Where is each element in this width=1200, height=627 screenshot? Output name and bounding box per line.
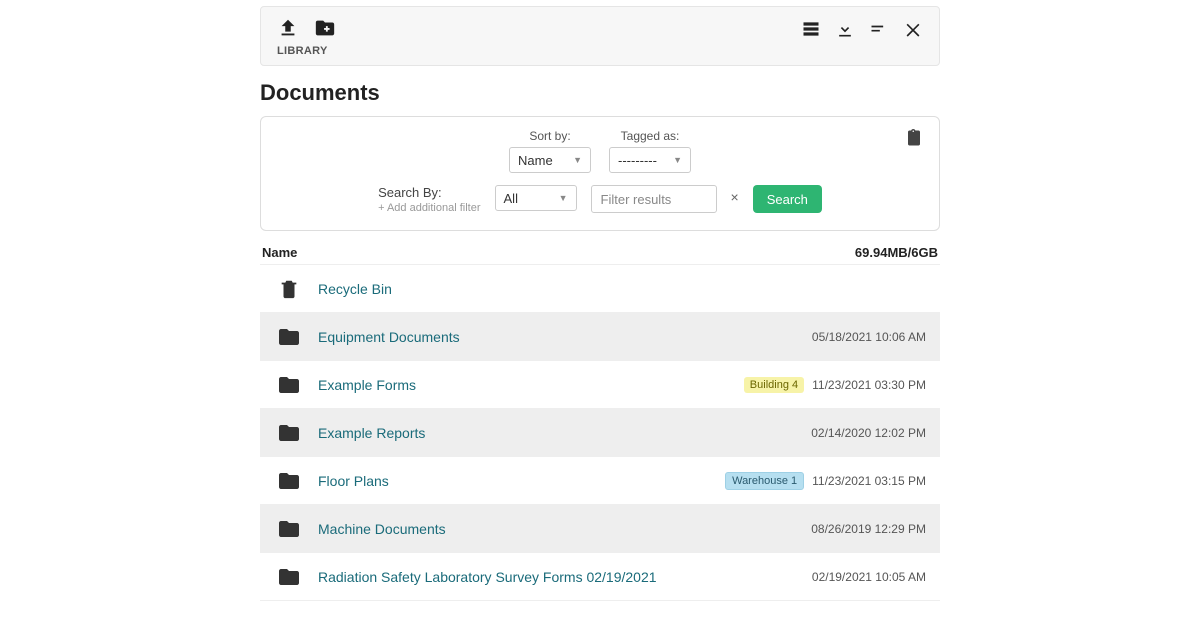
add-additional-filter[interactable]: + Add additional filter — [378, 202, 480, 214]
filter-results-input[interactable] — [591, 185, 717, 213]
toolbar: LIBRARY — [260, 6, 940, 66]
timestamp: 11/23/2021 03:30 PM — [812, 378, 926, 392]
clipboard-icon[interactable] — [905, 129, 923, 147]
sort-by-value: Name — [518, 153, 553, 168]
caret-down-icon: ▼ — [673, 155, 682, 165]
clear-filter-button[interactable]: × — [731, 185, 739, 205]
folder-link[interactable]: Recycle Bin — [318, 281, 392, 297]
folder-link[interactable]: Radiation Safety Laboratory Survey Forms… — [318, 569, 657, 585]
timestamp: 02/19/2021 10:05 AM — [812, 570, 926, 584]
tagged-as-label: Tagged as: — [621, 129, 680, 143]
new-folder-icon[interactable] — [313, 17, 337, 39]
search-by-label: Search By: — [378, 185, 480, 200]
column-header-name: Name — [262, 245, 297, 260]
filter-panel: Sort by: Name ▼ Tagged as: --------- ▼ S… — [260, 116, 940, 231]
caret-down-icon: ▼ — [573, 155, 582, 165]
sort-icon[interactable] — [869, 19, 889, 39]
folder-link[interactable]: Example Reports — [318, 425, 425, 441]
download-icon[interactable] — [835, 19, 855, 39]
tagged-as-value: --------- — [618, 153, 657, 168]
tag-badge: Building 4 — [744, 377, 804, 393]
caret-down-icon: ▼ — [559, 193, 568, 203]
folder-icon — [274, 517, 304, 541]
folder-icon — [274, 373, 304, 397]
folder-icon — [274, 469, 304, 493]
list-item: Machine Documents 08/26/2019 12:29 PM — [260, 505, 940, 553]
list-item: Radiation Safety Laboratory Survey Forms… — [260, 553, 940, 601]
list-item: Floor Plans Warehouse 1 11/23/2021 03:15 P… — [260, 457, 940, 505]
trash-icon — [274, 276, 304, 302]
close-icon[interactable] — [903, 19, 923, 39]
folder-link[interactable]: Machine Documents — [318, 521, 446, 537]
timestamp: 02/14/2020 12:02 PM — [811, 426, 926, 440]
timestamp: 05/18/2021 10:06 AM — [812, 330, 926, 344]
search-by-select[interactable]: All ▼ — [495, 185, 577, 211]
list-view-icon[interactable] — [801, 19, 821, 39]
page-title: Documents — [260, 80, 940, 106]
search-button[interactable]: Search — [753, 185, 822, 213]
timestamp: 08/26/2019 12:29 PM — [811, 522, 926, 536]
folder-icon — [274, 565, 304, 589]
folder-link[interactable]: Equipment Documents — [318, 329, 460, 345]
document-list: Recycle Bin Equipment Documents 05/18/2021… — [260, 264, 940, 601]
folder-icon — [274, 421, 304, 445]
sort-by-select[interactable]: Name ▼ — [509, 147, 591, 173]
folder-link[interactable]: Example Forms — [318, 377, 416, 393]
search-by-value: All — [504, 191, 518, 206]
list-item: Recycle Bin — [260, 265, 940, 313]
list-item: Equipment Documents 05/18/2021 10:06 AM — [260, 313, 940, 361]
folder-icon — [274, 325, 304, 349]
sort-by-label: Sort by: — [529, 129, 570, 143]
upload-icon[interactable] — [277, 17, 299, 39]
list-item: Example Reports 02/14/2020 12:02 PM — [260, 409, 940, 457]
timestamp: 11/23/2021 03:15 PM — [812, 474, 926, 488]
library-label: LIBRARY — [277, 45, 337, 57]
storage-usage: 69.94MB/6GB — [855, 245, 938, 260]
tag-badge: Warehouse 1 — [725, 472, 804, 490]
tagged-as-select[interactable]: --------- ▼ — [609, 147, 691, 173]
folder-link[interactable]: Floor Plans — [318, 473, 389, 489]
list-item: Example Forms Building 4 11/23/2021 03:30 … — [260, 361, 940, 409]
